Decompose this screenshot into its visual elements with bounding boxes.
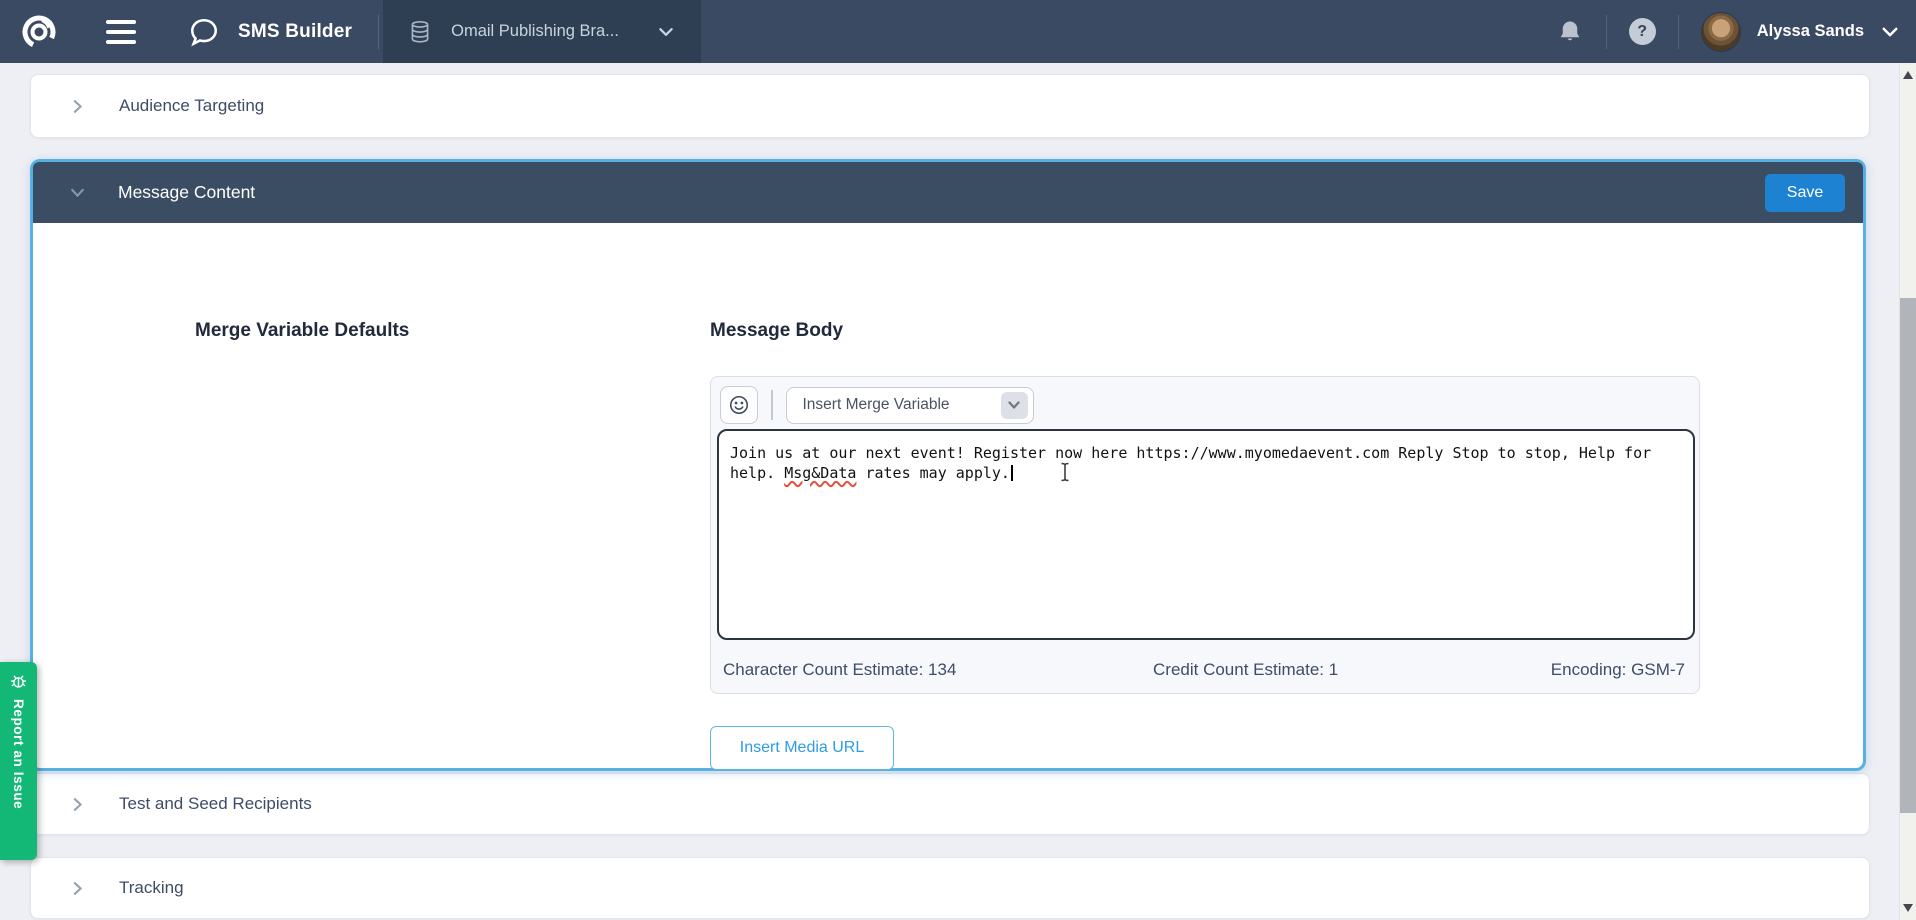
scrollbar-up-arrow[interactable] [1903,71,1913,79]
brand-selector-dropdown[interactable]: Omail Publishing Bra... [383,0,701,63]
editor-toolbar: Insert Merge Variable [720,386,1034,424]
ibeam-mouse-cursor [1059,462,1071,488]
navbar-divider [1606,15,1607,49]
vertical-scrollbar[interactable] [1899,63,1916,920]
save-button[interactable]: Save [1765,174,1845,212]
merge-variable-defaults-heading: Merge Variable Defaults [195,320,409,342]
scrollbar-thumb[interactable] [1900,298,1916,813]
help-question-glyph: ? [1629,18,1656,45]
message-content-body: Merge Variable Defaults Message Body [33,223,1863,768]
accordion-title: Tracking [119,878,184,898]
message-body-textarea[interactable]: Join us at our next event! Register now … [717,429,1695,640]
chevron-right-icon [69,796,86,813]
character-count-estimate: Character Count Estimate: 134 [723,660,956,680]
credit-count-value: 1 [1329,660,1338,679]
chevron-right-icon [69,880,86,897]
user-name[interactable]: Alyssa Sands [1757,22,1864,41]
scrollbar-down-arrow[interactable] [1903,904,1913,912]
chevron-down-icon [69,184,86,201]
accordion-message-content-header[interactable]: Message Content Save [33,162,1863,223]
user-menu-chevron-down-icon[interactable] [1880,22,1900,42]
help-icon[interactable]: ? [1629,18,1656,45]
emoji-picker-button[interactable] [720,386,758,424]
message-stats-row: Character Count Estimate: 134 Credit Cou… [723,660,1685,682]
accordion-test-and-seed-recipients[interactable]: Test and Seed Recipients [30,773,1870,835]
character-count-value: 134 [928,660,956,679]
message-editor-container: Insert Merge Variable Join us at our nex… [710,376,1700,694]
bug-icon [8,671,29,692]
chevron-down-icon [657,23,675,41]
navbar-right: ? Alyssa Sands [1556,0,1916,63]
hamburger-menu-icon[interactable] [106,20,136,44]
accordion-audience-targeting[interactable]: Audience Targeting [30,74,1870,138]
insert-media-url-button[interactable]: Insert Media URL [710,726,894,770]
sms-builder-page: SMS Builder Omail Publishing Bra... [0,0,1916,920]
accordion-title: Message Content [118,182,255,203]
smiley-icon [728,394,750,416]
message-body-heading: Message Body [710,320,843,342]
user-avatar[interactable] [1701,12,1741,52]
encoding-indicator: Encoding: GSM-7 [1551,660,1685,680]
notifications-bell-icon[interactable] [1556,18,1584,46]
insert-merge-variable-label: Insert Merge Variable [803,396,950,414]
encoding-label: Encoding: [1551,660,1627,679]
navbar-divider [1678,15,1679,49]
navbar-left: SMS Builder Omail Publishing Bra... [0,0,701,63]
message-line-1: Join us at our next event! Register now … [730,444,1682,464]
message-line-2-end: rates may apply. [856,464,1010,482]
credit-count-estimate: Credit Count Estimate: 1 [1153,660,1338,680]
chevron-right-icon [69,98,86,115]
report-an-issue-label: Report an Issue [11,699,26,809]
text-caret [1011,465,1013,481]
message-line-2: help. Msg&Data rates may apply. [730,464,1682,484]
app-title-group: SMS Builder [188,16,352,48]
top-navbar: SMS Builder Omail Publishing Bra... [0,0,1916,63]
accordion-title: Test and Seed Recipients [119,794,312,814]
spellcheck-flagged-word: Msg&Data [784,464,856,482]
toolbar-divider [771,390,773,420]
message-line-2-start: help. [730,464,784,482]
insert-merge-variable-dropdown[interactable]: Insert Merge Variable [786,387,1034,424]
brand-selector-label: Omail Publishing Bra... [451,22,619,41]
omeda-logo-svg [19,12,59,52]
accordion-tracking[interactable]: Tracking [30,857,1870,919]
accordion-title: Audience Targeting [119,96,264,116]
report-an-issue-tab[interactable]: Report an Issue [0,662,37,860]
navbar-divider [378,15,379,49]
omeda-logo-icon[interactable] [18,11,60,53]
app-title: SMS Builder [238,21,352,43]
chevron-down-icon [1001,392,1028,419]
message-content-panel: Message Content Save Merge Variable Defa… [30,159,1866,771]
credit-count-label: Credit Count Estimate: [1153,660,1324,679]
encoding-value: GSM-7 [1631,660,1685,679]
character-count-label: Character Count Estimate: [723,660,923,679]
chat-bubble-icon [188,16,220,48]
database-icon [407,19,433,45]
